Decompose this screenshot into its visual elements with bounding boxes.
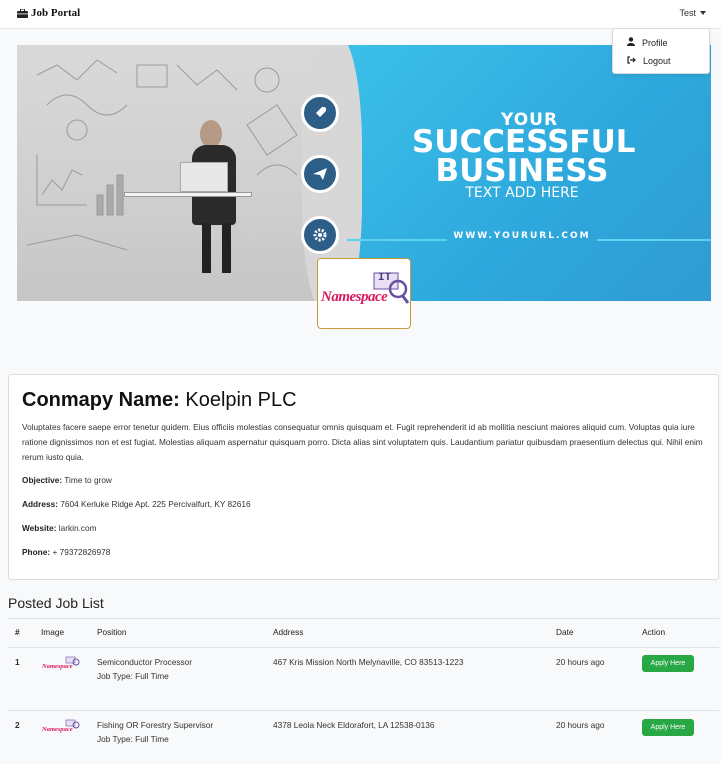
- banner-photo-area: [17, 45, 347, 301]
- objective-label: Objective:: [22, 475, 63, 485]
- brand-link[interactable]: Job Portal: [17, 7, 80, 19]
- briefcase-icon: [17, 8, 28, 18]
- company-name-value: Koelpin PLC: [185, 389, 297, 411]
- brand-text: Job Portal: [31, 7, 81, 19]
- person-leg: [202, 223, 211, 273]
- row-divider: [8, 710, 719, 711]
- table-header-border: [8, 647, 719, 648]
- logo-mini-text: Namespace: [41, 726, 73, 733]
- company-name-heading: Conmapy Name: Koelpin PLC: [22, 389, 297, 412]
- company-logo: IT Namespace: [317, 258, 411, 329]
- menu-item-label: Logout: [643, 56, 671, 66]
- banner-url-line: [347, 239, 447, 241]
- company-address: Address: 7604 Kerluke Ridge Apt. 225 Per…: [22, 499, 251, 509]
- person-head: [200, 120, 222, 148]
- company-description: Voluptates facere saepe error tenetur qu…: [22, 422, 703, 462]
- apply-here-button[interactable]: Apply Here: [642, 655, 694, 672]
- objective-value: Time to grow: [64, 475, 112, 485]
- logo-badge-text: IT: [378, 272, 392, 284]
- job-type: Job Type: Full Time: [97, 734, 169, 744]
- caret-down-icon: [700, 11, 706, 15]
- rocket-icon: [301, 94, 339, 132]
- job-address: 4378 Leola Neck Eldorafort, LA 12538-013…: [273, 720, 435, 730]
- job-company-logo: Namespace: [41, 719, 81, 733]
- banner-url-line: [597, 239, 711, 241]
- gear-icon: [301, 216, 339, 254]
- logo-main-text: Namespace: [321, 289, 388, 305]
- job-position: Semiconductor Processor Job Type: Full T…: [97, 655, 192, 683]
- user-name: Test: [679, 8, 696, 18]
- job-company-logo: Namespace: [41, 656, 81, 670]
- column-header-action: Action: [642, 627, 666, 637]
- column-header-image: Image: [41, 627, 65, 637]
- person-leg: [222, 223, 231, 273]
- phone-value: + 79372826978: [52, 547, 111, 557]
- company-phone: Phone: + 79372826978: [22, 547, 110, 557]
- column-header-number: #: [15, 627, 20, 637]
- apply-here-button[interactable]: Apply Here: [642, 719, 694, 736]
- job-address: 467 Kris Mission North Melynaville, CO 8…: [273, 657, 464, 667]
- table-top-border: [8, 618, 719, 619]
- job-date: 20 hours ago: [556, 657, 605, 667]
- user-menu-toggle[interactable]: Test: [679, 8, 706, 18]
- address-value: 7604 Kerluke Ridge Apt. 225 Percivalfurt…: [60, 499, 251, 509]
- desk: [124, 192, 252, 197]
- company-objective: Objective: Time to grow: [22, 475, 112, 485]
- column-header-address: Address: [273, 627, 304, 637]
- job-date: 20 hours ago: [556, 720, 605, 730]
- website-value: larkin.com: [58, 523, 97, 533]
- paper-plane-icon: [301, 155, 339, 193]
- menu-item-profile[interactable]: Profile: [627, 37, 668, 48]
- posted-job-list-heading: Posted Job List: [8, 595, 104, 611]
- website-label: Website:: [22, 523, 57, 533]
- row-number: 1: [15, 657, 20, 667]
- top-navbar: Job Portal Test: [0, 0, 721, 29]
- banner-line-3: BUSINESS: [435, 153, 609, 189]
- banner-url: WWW.YOURURL.COM: [453, 231, 591, 241]
- address-label: Address:: [22, 499, 58, 509]
- menu-item-logout[interactable]: Logout: [627, 56, 671, 66]
- phone-label: Phone:: [22, 547, 51, 557]
- company-website: Website: larkin.com: [22, 523, 97, 533]
- column-header-position: Position: [97, 627, 127, 637]
- banner-line-4: TEXT ADD HERE: [465, 185, 579, 201]
- column-header-date: Date: [556, 627, 574, 637]
- company-details-card: Conmapy Name: Koelpin PLC Voluptates fac…: [8, 374, 719, 580]
- row-number: 2: [15, 720, 20, 730]
- sign-out-icon: [627, 56, 636, 66]
- user-dropdown-menu: Profile Logout: [612, 28, 710, 74]
- job-type: Job Type: Full Time: [97, 671, 169, 681]
- company-name-label: Conmapy Name:: [22, 389, 180, 411]
- job-position: Fishing OR Forestry Supervisor Job Type:…: [97, 718, 213, 746]
- logo-mini-text: Namespace: [41, 663, 73, 670]
- job-title: Semiconductor Processor: [97, 657, 192, 667]
- user-icon: [627, 37, 635, 48]
- laptop: [180, 162, 228, 192]
- job-title: Fishing OR Forestry Supervisor: [97, 720, 214, 730]
- menu-item-label: Profile: [642, 37, 668, 48]
